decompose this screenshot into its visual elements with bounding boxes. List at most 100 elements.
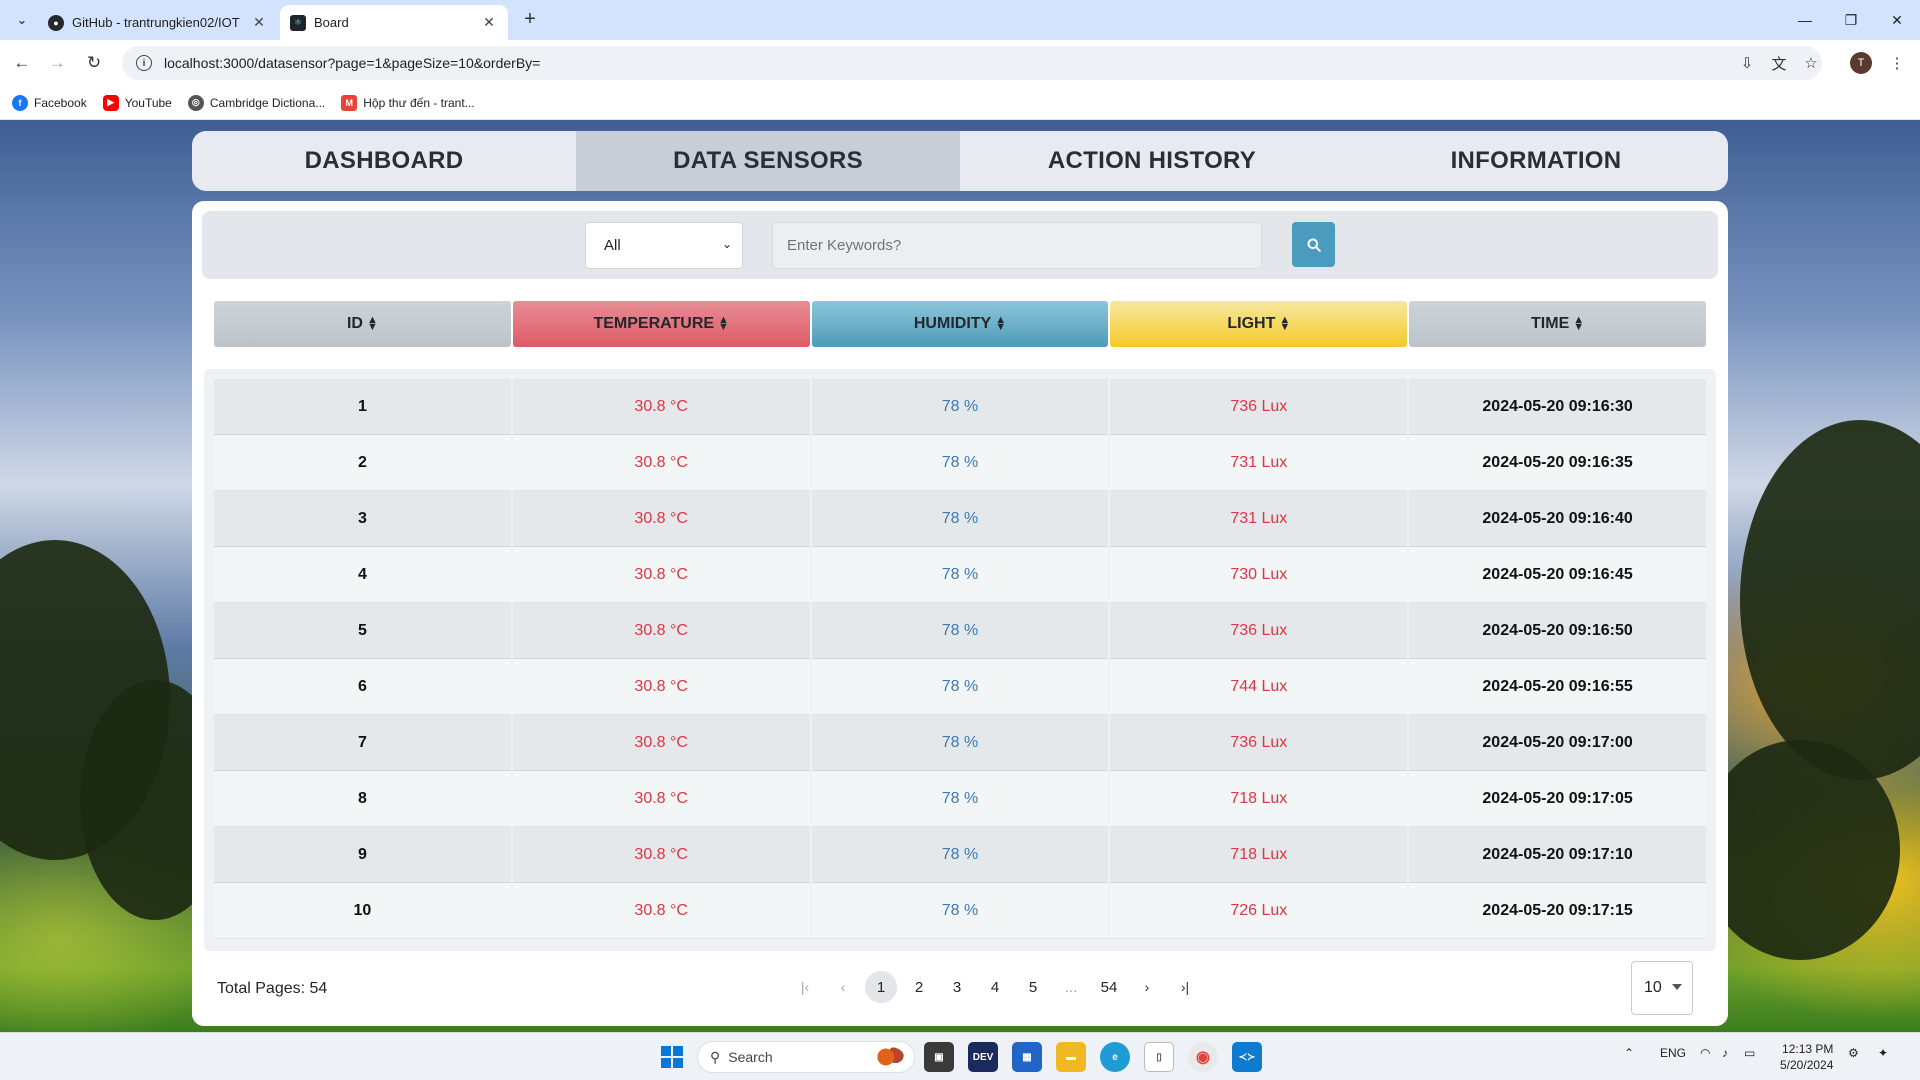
search-button[interactable] bbox=[1292, 222, 1335, 267]
system-clock[interactable]: 12:13 PM 5/20/2024 bbox=[1780, 1041, 1833, 1073]
next-page-icon[interactable]: › bbox=[1131, 971, 1163, 1003]
close-tab-icon[interactable]: ✕ bbox=[480, 14, 498, 31]
cell-id: 2 bbox=[214, 435, 511, 491]
close-window-icon[interactable]: ✕ bbox=[1874, 0, 1920, 40]
cell-humidity: 78 % bbox=[811, 827, 1109, 883]
column-label: ID bbox=[346, 315, 363, 332]
page-button-4[interactable]: 4 bbox=[979, 971, 1011, 1003]
table-row: 2 30.8 °C 78 % 731 Lux 2024-05-20 09:16:… bbox=[214, 435, 1706, 491]
close-tab-icon[interactable]: ✕ bbox=[250, 14, 268, 31]
facebook-icon: f bbox=[12, 94, 28, 111]
field-filter-select[interactable]: All ⌄ bbox=[585, 222, 743, 269]
page-button-5[interactable]: 5 bbox=[1017, 971, 1049, 1003]
cell-light: 736 Lux bbox=[1110, 603, 1408, 659]
forward-icon: → bbox=[48, 53, 66, 72]
bookmark-youtube[interactable]: ▶ YouTube bbox=[102, 94, 172, 111]
nav-tab-action-history[interactable]: ACTION HISTORY bbox=[960, 131, 1344, 191]
cell-time: 2024-05-20 09:17:00 bbox=[1409, 715, 1706, 771]
column-header-humidity[interactable]: HUMIDITY ▲ ▼ bbox=[811, 301, 1109, 347]
folder-icon[interactable]: ▬ bbox=[1056, 1042, 1086, 1072]
new-tab-icon[interactable]: + bbox=[518, 8, 542, 31]
keyword-search-input[interactable] bbox=[772, 222, 1262, 269]
column-header-light[interactable]: LIGHT ▲ ▼ bbox=[1110, 301, 1408, 347]
notification-icon[interactable]: ⚙ bbox=[1848, 1046, 1859, 1060]
bookmark-star-icon[interactable]: ☆ bbox=[1800, 52, 1822, 74]
browser-menu-icon[interactable]: ⋮ bbox=[1886, 52, 1908, 74]
cell-temperature: 30.8 °C bbox=[512, 547, 810, 603]
site-info-icon[interactable]: i bbox=[136, 55, 152, 71]
search-icon: ⚲ bbox=[710, 1048, 721, 1065]
last-page-icon[interactable]: ›| bbox=[1169, 971, 1201, 1003]
browser-tab-board[interactable]: ⚛ Board ✕ bbox=[280, 5, 508, 40]
battery-icon[interactable]: ▭ bbox=[1744, 1046, 1755, 1060]
caret-down-icon bbox=[1672, 984, 1682, 990]
store-icon[interactable]: ▦ bbox=[1012, 1042, 1042, 1072]
show-hidden-icons-icon[interactable]: ⌃ bbox=[1624, 1046, 1634, 1060]
cell-humidity: 78 % bbox=[811, 603, 1109, 659]
cell-id: 8 bbox=[214, 771, 511, 827]
gmail-icon: M bbox=[341, 94, 358, 111]
nav-tab-data-sensors[interactable]: DATA SENSORS bbox=[576, 131, 960, 191]
github-icon: ● bbox=[48, 14, 64, 31]
bookmark-facebook[interactable]: f Facebook bbox=[12, 94, 87, 111]
page-button-1[interactable]: 1 bbox=[865, 971, 897, 1003]
cell-temperature: 30.8 °C bbox=[512, 659, 810, 715]
column-label: TIME bbox=[1531, 315, 1570, 332]
cell-temperature: 30.8 °C bbox=[512, 435, 810, 491]
column-header-id[interactable]: ID ▲ ▼ bbox=[214, 301, 511, 347]
vscode-icon[interactable]: ≺≻ bbox=[1232, 1042, 1262, 1072]
tab-title: GitHub - trantrungkien02/IOT bbox=[72, 15, 240, 30]
dev-icon[interactable]: DEV bbox=[968, 1042, 998, 1072]
globe-icon: ◎ bbox=[187, 94, 204, 111]
page-button-last[interactable]: 54 bbox=[1093, 971, 1125, 1003]
page-button-2[interactable]: 2 bbox=[903, 971, 935, 1003]
back-icon[interactable]: ← bbox=[10, 51, 34, 75]
table-header: ID ▲ ▼ TEMPERATURE ▲ ▼ HUMIDITY ▲ ▼ LIGHT ▲… bbox=[214, 301, 1706, 347]
cell-light: 726 Lux bbox=[1110, 883, 1408, 939]
wifi-icon[interactable]: ◠ bbox=[1700, 1046, 1710, 1060]
cell-light: 731 Lux bbox=[1110, 491, 1408, 547]
total-pages-label: Total Pages: 54 bbox=[217, 980, 328, 997]
bookmark-cambridge[interactable]: ◎ Cambridge Dictiona... bbox=[187, 94, 325, 111]
cell-id: 5 bbox=[214, 603, 511, 659]
restore-icon[interactable]: ❐ bbox=[1828, 0, 1874, 40]
tab-search-menu-icon[interactable]: ⌄ bbox=[10, 8, 34, 32]
cell-id: 1 bbox=[214, 379, 511, 435]
profile-avatar[interactable]: T bbox=[1850, 52, 1872, 74]
bookmark-label: Hộp thư đến - trant... bbox=[363, 95, 475, 110]
browser-tab-github[interactable]: ● GitHub - trantrungkien02/IOT ✕ bbox=[38, 5, 278, 40]
background-tree bbox=[1700, 740, 1900, 960]
bookmark-gmail[interactable]: M Hộp thư đến - trant... bbox=[341, 94, 475, 111]
file-explorer-icon[interactable]: ▣ bbox=[924, 1042, 954, 1072]
language-indicator[interactable]: ENG bbox=[1660, 1046, 1686, 1060]
table-row: 6 30.8 °C 78 % 744 Lux 2024-05-20 09:16:… bbox=[214, 659, 1706, 715]
cell-light: 718 Lux bbox=[1110, 771, 1408, 827]
translate-icon[interactable]: 文 bbox=[1768, 52, 1790, 74]
windows-taskbar: ⚲ Search ▣ DEV ▦ ▬ e ▯ ◉ ≺≻ ⌃ ENG ◠ ♪ ▭ … bbox=[0, 1032, 1920, 1080]
page-size-select[interactable]: 10 bbox=[1631, 961, 1693, 1015]
volume-icon[interactable]: ♪ bbox=[1722, 1046, 1728, 1060]
url-field[interactable]: i localhost:3000/datasensor?page=1&pageS… bbox=[122, 46, 1822, 80]
notepad-icon[interactable]: ▯ bbox=[1144, 1042, 1174, 1072]
chrome-icon[interactable]: ◉ bbox=[1188, 1042, 1218, 1072]
table-body: 1 30.8 °C 78 % 736 Lux 2024-05-20 09:16:… bbox=[204, 369, 1716, 951]
cell-id: 3 bbox=[214, 491, 511, 547]
copilot-icon[interactable]: ✦ bbox=[1878, 1046, 1888, 1060]
reload-icon[interactable]: ↻ bbox=[82, 51, 106, 75]
taskbar-search[interactable]: ⚲ Search bbox=[697, 1041, 915, 1073]
windows-start-icon[interactable] bbox=[661, 1046, 683, 1068]
table-footer: Total Pages: 54 |‹ ‹ 1 2 3 4 5 ... 54 › … bbox=[217, 961, 1717, 1019]
cell-humidity: 78 % bbox=[811, 715, 1109, 771]
column-header-time[interactable]: TIME ▲ ▼ bbox=[1409, 301, 1706, 347]
column-header-temperature[interactable]: TEMPERATURE ▲ ▼ bbox=[512, 301, 810, 347]
minimize-icon[interactable]: — bbox=[1782, 0, 1828, 40]
page-button-3[interactable]: 3 bbox=[941, 971, 973, 1003]
edge-icon[interactable]: e bbox=[1100, 1042, 1130, 1072]
install-app-icon[interactable]: ⇩ bbox=[1736, 52, 1758, 74]
nav-tab-dashboard[interactable]: DASHBOARD bbox=[192, 131, 576, 191]
nav-tab-information[interactable]: INFORMATION bbox=[1344, 131, 1728, 191]
clock-time: 12:13 PM bbox=[1782, 1042, 1834, 1056]
cell-time: 2024-05-20 09:17:15 bbox=[1409, 883, 1706, 939]
main-nav: DASHBOARD DATA SENSORS ACTION HISTORY IN… bbox=[192, 131, 1728, 191]
address-bar: ← → ↻ i localhost:3000/datasensor?page=1… bbox=[0, 40, 1920, 86]
